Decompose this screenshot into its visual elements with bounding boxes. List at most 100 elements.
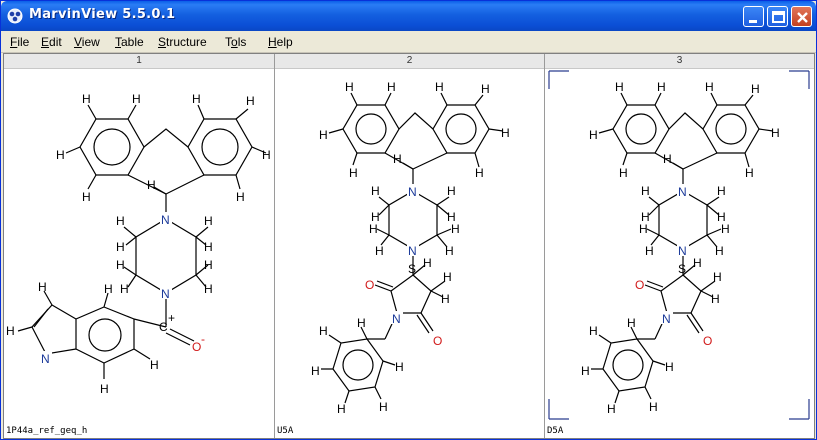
atom-h: H	[475, 166, 484, 180]
atom-h: H	[771, 126, 780, 140]
menu-structure[interactable]: Structure	[158, 35, 207, 49]
charge-minus: -	[201, 332, 205, 346]
charge-plus: +	[168, 311, 175, 325]
atom-h: H	[435, 80, 444, 94]
atom-h: H	[441, 292, 450, 306]
atom-h: H	[717, 184, 726, 198]
menu-table[interactable]: Table	[115, 35, 144, 49]
atom-h: H	[104, 282, 113, 296]
molecule-structure-1[interactable]: H H H H H H H H H H H H H H H H H H H H …	[4, 69, 274, 424]
atom-h: H	[375, 244, 384, 258]
molecule-table: 1 H H H H H H H H H H H H H H H H H H H …	[3, 53, 815, 439]
molecule-name: D5A	[547, 426, 564, 436]
atom-h: H	[745, 166, 754, 180]
minimize-button[interactable]	[743, 6, 764, 27]
atom-h: H	[262, 148, 271, 162]
maximize-icon	[772, 11, 785, 23]
atom-h: H	[116, 240, 125, 254]
atom-h: H	[693, 256, 702, 270]
atom-h: H	[246, 94, 255, 108]
cell-header: 1	[4, 54, 274, 69]
atom-h: H	[393, 152, 402, 166]
molecule-cell-2[interactable]: 2 H H H H H H H H H H H H H H H H H H H …	[275, 54, 544, 438]
atom-h: H	[721, 222, 730, 236]
atom-h: H	[147, 178, 156, 192]
atom-h: H	[423, 256, 432, 270]
atom-h: H	[663, 152, 672, 166]
menu-edit[interactable]: Edit	[41, 35, 62, 49]
atom-h: H	[120, 282, 129, 296]
close-button[interactable]	[791, 6, 812, 27]
cell-header: 3	[545, 54, 814, 69]
atom-h: H	[665, 360, 674, 374]
atom-h: H	[132, 92, 141, 106]
atom-h: H	[705, 80, 714, 94]
menu-bar: File Edit View Table Structure Tols Help	[1, 31, 816, 53]
stereo-label: S	[678, 262, 686, 276]
atom-h: H	[311, 364, 320, 378]
atom-n: N	[678, 244, 687, 258]
molecule-cell-1[interactable]: 1 H H H H H H H H H H H H H H H H H H H …	[4, 54, 274, 438]
atom-c: C	[159, 320, 168, 334]
maximize-button[interactable]	[767, 6, 788, 27]
atom-h: H	[319, 128, 328, 142]
menu-view[interactable]: View	[74, 35, 100, 49]
atom-h: H	[649, 400, 658, 414]
marvin-icon	[7, 8, 23, 24]
atom-h: H	[82, 190, 91, 204]
atom-h: H	[319, 324, 328, 338]
atom-h: H	[337, 402, 346, 416]
atom-h: H	[56, 148, 65, 162]
atom-h: H	[627, 316, 636, 330]
atom-n: N	[678, 185, 687, 199]
menu-file[interactable]: File	[10, 35, 29, 49]
atom-h: H	[38, 280, 47, 294]
molecule-structure-2[interactable]: H H H H H H H H H H H H H H H H H H H H …	[275, 69, 544, 424]
atom-h: H	[481, 82, 490, 96]
atom-h: H	[204, 214, 213, 228]
atom-n: N	[408, 244, 417, 258]
marvinview-window: MarvinView 5.5.0.1 File Edit View Table …	[0, 0, 817, 440]
atom-h: H	[711, 292, 720, 306]
atom-o: O	[433, 334, 442, 348]
molecule-name: U5A	[277, 426, 294, 436]
menu-tools[interactable]: Tols	[225, 35, 246, 49]
atom-h: H	[589, 128, 598, 142]
atom-h: H	[204, 258, 213, 272]
atom-h: H	[100, 382, 109, 396]
atom-h: H	[236, 190, 245, 204]
minimize-icon	[749, 20, 757, 23]
atom-h: H	[6, 324, 15, 338]
atom-h: H	[82, 92, 91, 106]
atom-o: O	[192, 340, 201, 354]
molecule-name: 1P44a_ref_geq_h	[6, 426, 88, 436]
atom-h: H	[447, 184, 456, 198]
atom-h: H	[501, 126, 510, 140]
atom-h: H	[713, 270, 722, 284]
atom-h: H	[369, 222, 378, 236]
stereo-label: S	[408, 262, 416, 276]
atom-h: H	[645, 244, 654, 258]
atom-h: H	[451, 222, 460, 236]
atom-h: H	[116, 214, 125, 228]
atom-h: H	[357, 316, 366, 330]
close-icon	[797, 12, 808, 23]
atom-h: H	[387, 80, 396, 94]
menu-help[interactable]: Help	[268, 35, 293, 49]
atom-n: N	[41, 352, 50, 366]
window-title: MarvinView 5.5.0.1	[29, 7, 176, 22]
molecule-structure-3[interactable]: H H H H H H H H H H H H H H H H H H H H …	[545, 69, 814, 424]
molecule-cell-3[interactable]: 3 H H H H H H H H H H H H H H H H H H H …	[545, 54, 814, 438]
cell-header: 2	[275, 54, 544, 69]
atom-n: N	[392, 312, 401, 326]
atom-h: H	[371, 184, 380, 198]
atom-n: N	[408, 185, 417, 199]
atom-h: H	[379, 400, 388, 414]
atom-n: N	[662, 312, 671, 326]
atom-h: H	[641, 184, 650, 198]
title-bar[interactable]: MarvinView 5.5.0.1	[1, 1, 816, 31]
atom-h: H	[639, 222, 648, 236]
atom-o: O	[635, 278, 644, 292]
atom-h: H	[192, 92, 201, 106]
atom-h: H	[715, 244, 724, 258]
